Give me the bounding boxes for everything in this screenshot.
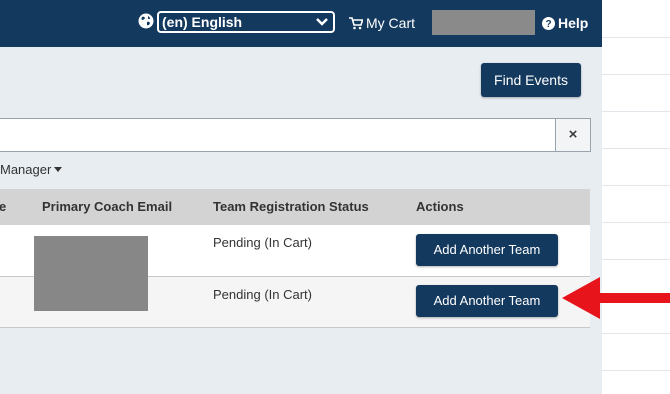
divider <box>602 259 670 260</box>
column-header-coach-email: Primary Coach Email <box>42 199 173 214</box>
user-account-redacted[interactable] <box>432 10 535 35</box>
divider <box>602 370 670 371</box>
divider <box>602 148 670 149</box>
column-header-actions: Actions <box>416 199 464 214</box>
language-select-value: (en) English <box>162 14 243 30</box>
divider <box>602 333 670 334</box>
chevron-down-icon <box>316 18 328 26</box>
column-header-truncated: e <box>0 199 7 214</box>
add-another-team-button[interactable]: Add Another Team <box>416 285 558 317</box>
table-header: e Primary Coach Email Team Registration … <box>0 189 590 225</box>
help-label: Help <box>558 15 589 31</box>
registration-status: Pending (In Cart) <box>213 235 312 250</box>
divider <box>602 185 670 186</box>
coach-email-redacted <box>34 236 148 311</box>
svg-text:?: ? <box>545 19 551 30</box>
red-arrow-annotation <box>562 277 670 319</box>
search-input[interactable] <box>0 118 556 152</box>
clear-search-button[interactable]: × <box>555 118 591 152</box>
divider <box>602 111 670 112</box>
manager-dropdown[interactable]: Manager <box>0 162 63 177</box>
find-events-button[interactable]: Find Events <box>481 63 581 97</box>
top-navigation-bar: (en) English My Cart ? Help <box>0 0 602 47</box>
divider <box>602 37 670 38</box>
divider <box>602 74 670 75</box>
divider <box>602 222 670 223</box>
help-link[interactable]: ? Help <box>542 14 588 32</box>
add-another-team-button[interactable]: Add Another Team <box>416 234 558 266</box>
cart-icon <box>349 17 364 30</box>
language-select[interactable]: (en) English <box>157 11 335 33</box>
manager-dropdown-label: Manager <box>0 162 52 177</box>
column-header-registration-status: Team Registration Status <box>213 199 369 214</box>
my-cart-label: My Cart <box>366 15 415 31</box>
background-panel <box>602 0 670 394</box>
question-circle-icon: ? <box>542 17 555 30</box>
caret-down-icon <box>54 167 63 172</box>
registration-status: Pending (In Cart) <box>213 287 312 302</box>
my-cart-link[interactable]: My Cart <box>349 14 415 32</box>
globe-icon <box>138 13 154 29</box>
app-window: (en) English My Cart ? Help Find Events … <box>0 0 602 394</box>
